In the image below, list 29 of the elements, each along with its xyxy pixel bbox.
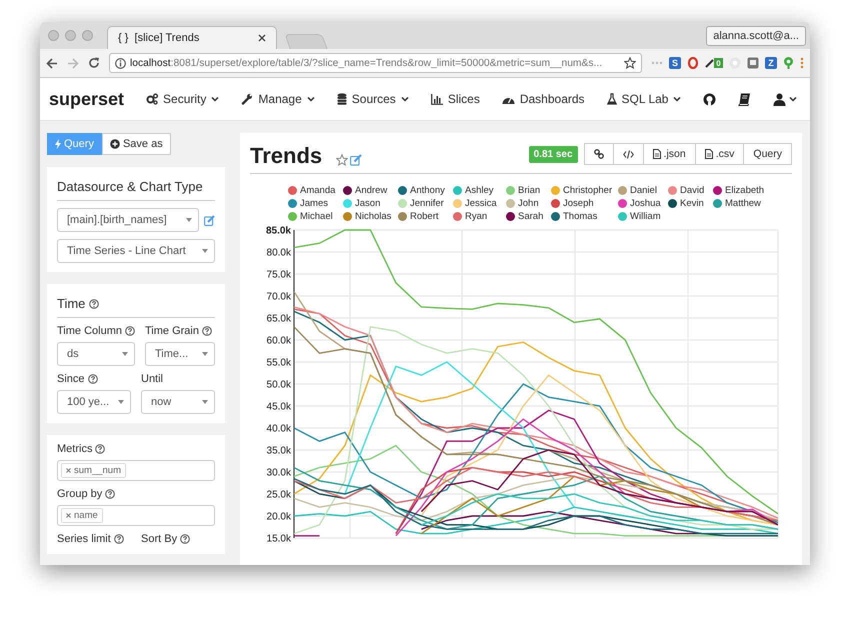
axis-tick-label: 50.0k: [266, 380, 291, 390]
field-label: Series limit: [57, 533, 111, 545]
axis-tick-label: 85.0k: [266, 226, 291, 236]
field-label: Time Grain: [145, 325, 199, 337]
axis-tick-label: 40.0k: [266, 424, 291, 434]
timer-badge: 0.81 sec: [528, 146, 578, 162]
axis-tick-label: 70.0k: [266, 292, 291, 302]
panel-title: Time: [57, 296, 86, 311]
field-label: Metrics: [57, 443, 92, 455]
axis-tick-label: 60.0k: [266, 336, 291, 346]
axis-tick-label: 80.0k: [266, 248, 291, 258]
url-text: localhost:8081/superset/explore/table/3/?slice_name=Trends&row_limit=50000&metric=sum__num&s...: [130, 58, 604, 68]
axis-tick-label: 35.0k: [266, 446, 291, 456]
axis-tick-label: 30.0k: [266, 468, 291, 478]
badge: 0: [714, 58, 723, 68]
axis-tick-label: 65.0k: [266, 314, 291, 324]
field-label: Time Column: [57, 325, 122, 337]
slice-title: Trends: [250, 143, 322, 169]
field-label: Until: [141, 373, 164, 385]
axis-tick-label: 75.0k: [266, 270, 291, 280]
axis-tick-label: 15.0k: [266, 534, 291, 544]
field-label: Sort By: [141, 533, 178, 545]
axis-tick-label: 20.0k: [266, 512, 291, 522]
field-label: Since: [57, 373, 85, 385]
axis-tick-label: 55.0k: [266, 358, 291, 368]
axis-tick-label: 25.0k: [266, 490, 291, 500]
field-label: Group by: [57, 488, 102, 500]
panel-title: Datasource & Chart Type: [57, 179, 203, 194]
axis-tick-label: 45.0k: [266, 402, 291, 412]
